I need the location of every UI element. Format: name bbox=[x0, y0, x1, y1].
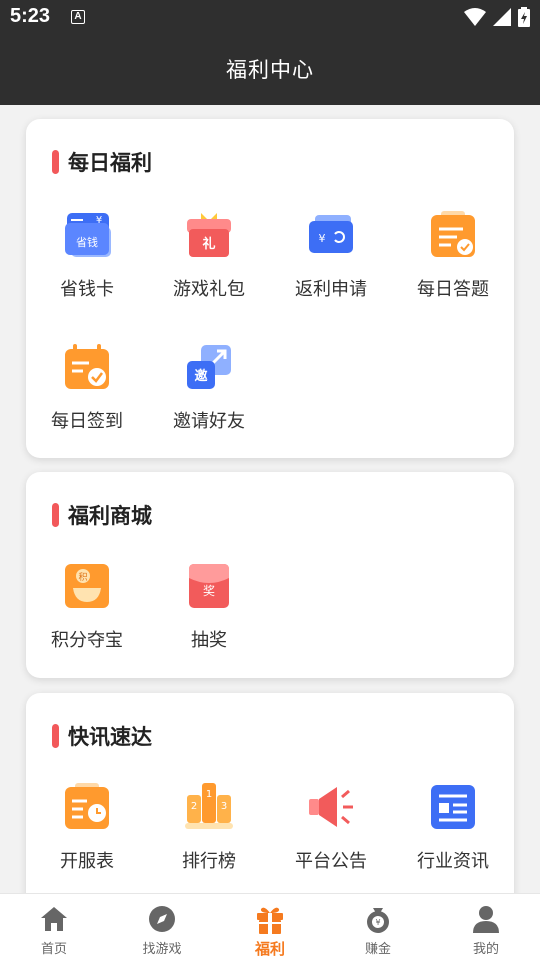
section-title-text: 每日福利 bbox=[68, 151, 152, 175]
savings-card-item[interactable]: ¥ 省钱 省钱卡 bbox=[26, 209, 148, 301]
tab-label: 找游戏 bbox=[142, 942, 182, 957]
podium-icon: 2 1 3 bbox=[185, 783, 233, 829]
gift-icon bbox=[257, 907, 283, 934]
gift-box-icon: 礼 bbox=[187, 213, 231, 257]
points-glyph: 积 bbox=[78, 571, 87, 583]
item-label: 每日答题 bbox=[417, 279, 489, 300]
item-label: 开服表 bbox=[60, 851, 114, 872]
page-title: 福利中心 bbox=[226, 58, 314, 82]
invite-friends-item[interactable]: 邀 邀请好友 bbox=[148, 341, 270, 433]
welfare-mall-card: 福利商城 积 积分夺宝 奖 抽奖 bbox=[26, 472, 514, 678]
status-bar: 5:23 A bbox=[0, 0, 540, 36]
section-title: 快讯速达 bbox=[52, 723, 152, 749]
item-label: 行业资讯 bbox=[417, 851, 489, 872]
lottery-item[interactable]: 奖 抽奖 bbox=[148, 560, 270, 652]
title-accent-bar bbox=[52, 150, 59, 174]
title-accent-bar bbox=[52, 724, 59, 748]
announcement-item[interactable]: 平台公告 bbox=[270, 781, 392, 873]
tab-label: 福利 bbox=[254, 940, 285, 958]
tab-mine[interactable]: 我的 bbox=[432, 894, 540, 960]
tab-welfare[interactable]: 福利 bbox=[216, 894, 324, 960]
money-bag-icon: ¥ bbox=[367, 908, 389, 933]
savings-card-icon: ¥ 省钱 bbox=[65, 213, 111, 257]
status-time: 5:23 bbox=[10, 5, 51, 27]
item-label: 游戏礼包 bbox=[173, 279, 245, 300]
daily-benefits-card: 每日福利 ¥ 省钱 省钱卡 礼 游戏礼包 ¥ 返利申请 每日答题 每日签到 邀 … bbox=[26, 119, 514, 458]
news-express-card: 快讯速达 开服表 2 1 3 排行榜 平台公告 行业资讯 bbox=[26, 693, 514, 923]
tab-find-games[interactable]: 找游戏 bbox=[108, 894, 216, 960]
invite-glyph: 邀 bbox=[194, 368, 207, 384]
rebate-glyph: ¥ bbox=[319, 232, 326, 245]
rank-first: 1 bbox=[206, 789, 212, 800]
item-label: 排行榜 bbox=[182, 851, 236, 872]
industry-news-item[interactable]: 行业资讯 bbox=[392, 781, 514, 873]
savings-card-currency: ¥ bbox=[96, 215, 102, 226]
tab-home[interactable]: 首页 bbox=[0, 894, 108, 960]
daily-checkin-item[interactable]: 每日签到 bbox=[26, 341, 148, 433]
battery-icon bbox=[518, 7, 530, 27]
savings-card-glyph: 省钱 bbox=[76, 235, 98, 249]
tab-label: 首页 bbox=[40, 942, 67, 957]
points-treasure-item[interactable]: 积 积分夺宝 bbox=[26, 560, 148, 652]
money-bag-currency: ¥ bbox=[375, 918, 380, 927]
quiz-icon bbox=[431, 211, 475, 257]
section-title-text: 快讯速达 bbox=[68, 725, 152, 749]
signal-icon bbox=[493, 8, 511, 26]
calendar-check-icon bbox=[65, 344, 109, 389]
tab-earn-gold[interactable]: ¥ 赚金 bbox=[324, 894, 432, 960]
app-bar: 福利中心 bbox=[0, 36, 540, 105]
lottery-glyph: 奖 bbox=[203, 584, 215, 598]
keyboard-indicator-icon: A bbox=[71, 10, 85, 24]
item-label: 抽奖 bbox=[191, 630, 227, 651]
section-title-text: 福利商城 bbox=[68, 504, 152, 528]
section-title: 福利商城 bbox=[52, 502, 152, 528]
home-icon bbox=[41, 907, 67, 931]
item-label: 邀请好友 bbox=[173, 411, 245, 432]
tab-label: 赚金 bbox=[364, 942, 391, 957]
rank-third: 3 bbox=[221, 801, 227, 812]
tab-label: 我的 bbox=[472, 942, 499, 957]
wallet-icon: ¥ bbox=[309, 215, 353, 253]
status-icons bbox=[464, 7, 530, 27]
red-envelope-icon: 奖 bbox=[189, 564, 229, 608]
bottom-tab-bar: 首页 找游戏 福利 ¥ 赚金 我的 bbox=[0, 893, 540, 960]
item-label: 返利申请 bbox=[295, 279, 367, 300]
schedule-clock-icon bbox=[65, 783, 109, 829]
points-icon: 积 bbox=[65, 564, 109, 608]
compass-icon bbox=[149, 906, 175, 932]
section-title: 每日福利 bbox=[52, 149, 152, 175]
profile-icon bbox=[473, 906, 499, 933]
item-label: 每日签到 bbox=[51, 411, 123, 432]
gift-pack-item[interactable]: 礼 游戏礼包 bbox=[148, 209, 270, 301]
item-label: 积分夺宝 bbox=[51, 630, 123, 651]
rebate-item[interactable]: ¥ 返利申请 bbox=[270, 209, 392, 301]
item-label: 省钱卡 bbox=[60, 279, 114, 300]
rank-second: 2 bbox=[191, 801, 197, 812]
news-icon bbox=[431, 785, 475, 829]
wifi-icon bbox=[464, 8, 486, 26]
invite-icon: 邀 bbox=[187, 345, 231, 389]
megaphone-icon bbox=[309, 787, 353, 827]
item-label: 平台公告 bbox=[295, 851, 367, 872]
gift-pack-glyph: 礼 bbox=[202, 236, 215, 252]
daily-quiz-item[interactable]: 每日答题 bbox=[392, 209, 514, 301]
title-accent-bar bbox=[52, 503, 59, 527]
server-schedule-item[interactable]: 开服表 bbox=[26, 781, 148, 873]
ranking-item[interactable]: 2 1 3 排行榜 bbox=[148, 781, 270, 873]
